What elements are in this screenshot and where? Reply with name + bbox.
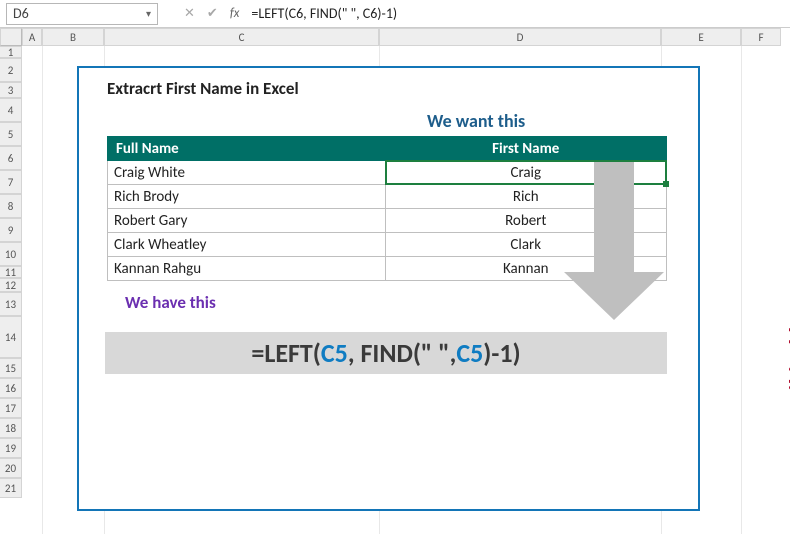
name-box[interactable]: D6 ▾ bbox=[6, 3, 158, 25]
header-first-name: First Name bbox=[385, 137, 666, 161]
accept-icon[interactable]: ✔ bbox=[207, 6, 218, 21]
row-header[interactable]: 11 bbox=[0, 266, 22, 278]
column-header[interactable]: E bbox=[661, 28, 741, 46]
formula-text: =LEFT( bbox=[251, 337, 321, 369]
formula-bar-area: D6 ▾ ✕ ✔ fx =LEFT(C6, FIND(" ", C6)-1) bbox=[0, 0, 790, 28]
table-header-row: Full Name First Name bbox=[108, 137, 667, 161]
worksheet: 1 2 3 4 5 6 7 8 9 10 11 12 13 14 15 16 1… bbox=[0, 28, 790, 534]
cell-full-name[interactable]: Robert Gary bbox=[108, 209, 386, 233]
row-header[interactable]: 19 bbox=[0, 438, 22, 458]
name-box-value: D6 bbox=[13, 3, 29, 25]
formula-text: , FIND(" ", bbox=[348, 337, 456, 369]
row-headers: 1 2 3 4 5 6 7 8 9 10 11 12 13 14 15 16 1… bbox=[0, 28, 22, 534]
column-headers: A B C D E F bbox=[22, 28, 790, 46]
cell-full-name[interactable]: Rich Brody bbox=[108, 185, 386, 209]
row-header[interactable]: 8 bbox=[0, 194, 22, 218]
row-header[interactable]: 4 bbox=[0, 98, 22, 122]
row-header[interactable]: 17 bbox=[0, 398, 22, 418]
row-header[interactable]: 1 bbox=[0, 46, 22, 58]
row-header[interactable]: 6 bbox=[0, 146, 22, 170]
row-header[interactable]: 18 bbox=[0, 418, 22, 438]
row-header[interactable]: 13 bbox=[0, 292, 22, 316]
row-header[interactable]: 15 bbox=[0, 358, 22, 378]
column-header[interactable]: F bbox=[741, 28, 781, 46]
column-header[interactable]: B bbox=[42, 28, 104, 46]
arrow-down-icon bbox=[559, 162, 669, 322]
select-all-corner[interactable] bbox=[0, 28, 22, 46]
row-header[interactable]: 12 bbox=[0, 278, 22, 292]
row-header[interactable]: 9 bbox=[0, 218, 22, 242]
page-title: Extracrt First Name in Excel bbox=[107, 78, 299, 99]
cell-ref: C5 bbox=[456, 337, 483, 369]
content-board: Extracrt First Name in Excel We want thi… bbox=[77, 66, 700, 511]
column-header[interactable]: D bbox=[379, 28, 661, 46]
cell-full-name[interactable]: Kannan Rahgu bbox=[108, 257, 386, 281]
formula-bar-input[interactable]: =LEFT(C6, FIND(" ", C6)-1) bbox=[245, 5, 790, 22]
row-header[interactable]: 14 bbox=[0, 316, 22, 358]
row-header[interactable]: 21 bbox=[0, 478, 22, 498]
row-header[interactable]: 16 bbox=[0, 378, 22, 398]
want-label: We want this bbox=[427, 110, 525, 132]
formula-text: )-1) bbox=[483, 337, 520, 369]
header-full-name: Full Name bbox=[108, 137, 386, 161]
gridline bbox=[42, 46, 43, 534]
row-header[interactable]: 5 bbox=[0, 122, 22, 146]
row-header[interactable]: 2 bbox=[0, 58, 22, 82]
row-header[interactable]: 20 bbox=[0, 458, 22, 478]
cells-area[interactable]: Extracrt First Name in Excel We want thi… bbox=[22, 46, 790, 534]
have-label: We have this bbox=[125, 292, 216, 313]
example-formula: =LEFT( C5 , FIND(" ", C5 )-1) bbox=[105, 332, 667, 374]
cell-full-name[interactable]: Clark Wheatley bbox=[108, 233, 386, 257]
cancel-icon[interactable]: ✕ bbox=[184, 6, 195, 21]
column-header[interactable]: A bbox=[22, 28, 42, 46]
cell-ref: C5 bbox=[321, 337, 348, 369]
watermark: wikitekkee bbox=[784, 296, 790, 409]
fx-icon[interactable]: fx bbox=[230, 6, 240, 21]
grid-area[interactable]: A B C D E F Extracrt First Name in Excel… bbox=[22, 28, 790, 534]
chevron-down-icon[interactable]: ▾ bbox=[146, 3, 151, 25]
formula-bar-buttons: ✕ ✔ fx bbox=[178, 6, 245, 21]
cell-full-name[interactable]: Craig White bbox=[108, 161, 386, 185]
row-header[interactable]: 7 bbox=[0, 170, 22, 194]
row-header[interactable]: 10 bbox=[0, 242, 22, 266]
column-header[interactable]: C bbox=[104, 28, 379, 46]
row-header[interactable]: 3 bbox=[0, 82, 22, 98]
gridline bbox=[741, 46, 742, 534]
